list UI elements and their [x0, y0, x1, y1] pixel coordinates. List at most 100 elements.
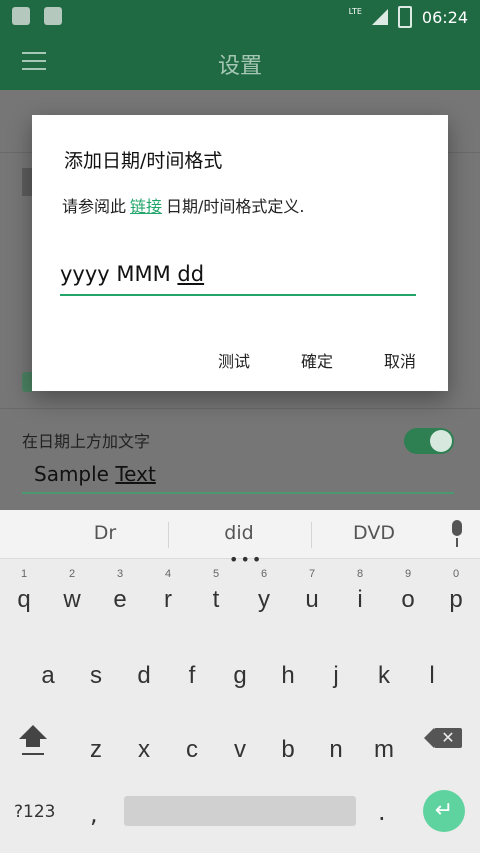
shift-key[interactable]	[18, 725, 48, 755]
key-label: r	[164, 586, 172, 613]
key-label: b	[281, 736, 295, 763]
key-label: k	[378, 662, 390, 689]
key-hint: 1	[20, 568, 28, 580]
key-label: p	[449, 586, 463, 613]
key-w[interactable]: 2w	[48, 564, 96, 622]
key-o[interactable]: 9o	[384, 564, 432, 622]
ok-button[interactable]: 確定	[293, 344, 341, 376]
key-label: g	[233, 662, 247, 689]
symbols-key[interactable]: ?123	[14, 802, 55, 822]
network-type: LTE	[348, 6, 362, 16]
divider	[0, 408, 480, 409]
date-format-dialog: 添加日期/时间格式 请参阅此 链接 日期/时间格式定义. yyyy MMM dd 测…	[32, 115, 448, 391]
key-y[interactable]: 6y	[240, 564, 288, 622]
key-label: t	[212, 586, 220, 613]
key-t[interactable]: 5t	[192, 564, 240, 622]
key-label: a	[41, 662, 55, 689]
key-label: n	[329, 736, 343, 763]
key-hint: 4	[164, 568, 172, 580]
app-bar: 设置	[0, 34, 480, 90]
divider	[311, 522, 312, 548]
key-label: w	[63, 586, 81, 613]
key-label: x	[138, 736, 150, 763]
key-i[interactable]: 8i	[336, 564, 384, 622]
key-label: e	[113, 586, 127, 613]
key-q[interactable]: 1q	[0, 564, 48, 622]
key-hint: 5	[212, 568, 220, 580]
key-label: q	[17, 586, 31, 613]
key-a[interactable]: a	[24, 640, 72, 698]
key-m[interactable]: m	[360, 714, 408, 772]
input-value-prefix: yyyy MMM	[60, 262, 178, 286]
shift-icon	[19, 725, 47, 739]
key-k[interactable]: k	[360, 640, 408, 698]
date-format-input[interactable]: yyyy MMM dd	[60, 258, 416, 296]
cancel-button[interactable]: 取消	[376, 344, 424, 376]
key-f[interactable]: f	[168, 640, 216, 698]
key-label: u	[305, 586, 319, 613]
key-hint: 2	[68, 568, 76, 580]
text-above-date-label: 在日期上方加文字	[22, 432, 151, 451]
key-v[interactable]: v	[216, 714, 264, 772]
key-label: y	[258, 586, 270, 613]
key-g[interactable]: g	[216, 640, 264, 698]
key-s[interactable]: s	[72, 640, 120, 698]
key-z[interactable]: z	[72, 714, 120, 772]
suggestion-1[interactable]: Dr	[45, 522, 165, 544]
key-x[interactable]: x	[120, 714, 168, 772]
clock: 06:24	[421, 7, 468, 27]
key-label: m	[374, 736, 394, 763]
battery-icon	[397, 6, 412, 28]
key-j[interactable]: j	[312, 640, 360, 698]
key-label: o	[401, 586, 415, 613]
dialog-message-text-after: 日期/时间格式定义.	[166, 197, 305, 216]
key-u[interactable]: 7u	[288, 564, 336, 622]
dialog-message: 请参阅此 链接 日期/时间格式定义.	[62, 193, 305, 217]
key-label: j	[333, 662, 339, 689]
key-label: v	[234, 736, 246, 763]
sample-text-word: Text	[115, 462, 156, 486]
page-title: 设置	[217, 54, 262, 79]
key-e[interactable]: 3e	[96, 564, 144, 622]
key-label: h	[281, 662, 295, 689]
test-button[interactable]: 测试	[210, 344, 258, 376]
key-b[interactable]: b	[264, 714, 312, 772]
key-label: l	[429, 662, 435, 689]
sample-text-underline	[22, 492, 454, 494]
format-help-link[interactable]: 链接	[130, 197, 162, 216]
key-hint: 0	[452, 568, 460, 580]
key-h[interactable]: h	[264, 640, 312, 698]
sample-text-field[interactable]: Sample Text	[34, 462, 156, 486]
key-r[interactable]: 4r	[144, 564, 192, 622]
settings-row-partial	[22, 168, 32, 196]
soft-keyboard: Dr did ••• DVD ✕ ?123 , . ↵ 1q2w3e4r5t6y…	[0, 510, 480, 853]
period-key[interactable]: .	[378, 798, 386, 826]
input-value-word: dd	[177, 262, 205, 286]
comma-key[interactable]: ,	[90, 800, 98, 828]
dialog-message-text: 请参阅此	[62, 197, 127, 216]
text-above-date-toggle[interactable]	[404, 428, 454, 454]
key-hint: 3	[116, 568, 124, 580]
key-l[interactable]: l	[408, 640, 456, 698]
key-label: d	[137, 662, 151, 689]
signal-icon	[371, 9, 388, 25]
sample-text-prefix: Sample	[34, 462, 116, 486]
key-p[interactable]: 0p	[432, 564, 480, 622]
suggestion-3[interactable]: DVD	[314, 522, 434, 544]
key-n[interactable]: n	[312, 714, 360, 772]
space-key[interactable]	[124, 796, 356, 826]
status-bar: LTE 06:24	[0, 0, 480, 34]
sd-card-icon	[12, 7, 30, 25]
key-hint: 7	[308, 568, 316, 580]
divider	[168, 522, 169, 548]
key-d[interactable]: d	[120, 640, 168, 698]
backspace-key[interactable]: ✕	[424, 728, 462, 748]
key-c[interactable]: c	[168, 714, 216, 772]
enter-icon: ↵	[434, 798, 454, 823]
suggestion-2[interactable]: did	[179, 522, 299, 544]
key-label: c	[186, 736, 198, 763]
key-label: s	[90, 662, 102, 689]
microphone-icon[interactable]	[448, 520, 466, 550]
enter-key[interactable]: ↵	[423, 790, 465, 832]
key-hint: 6	[260, 568, 268, 580]
